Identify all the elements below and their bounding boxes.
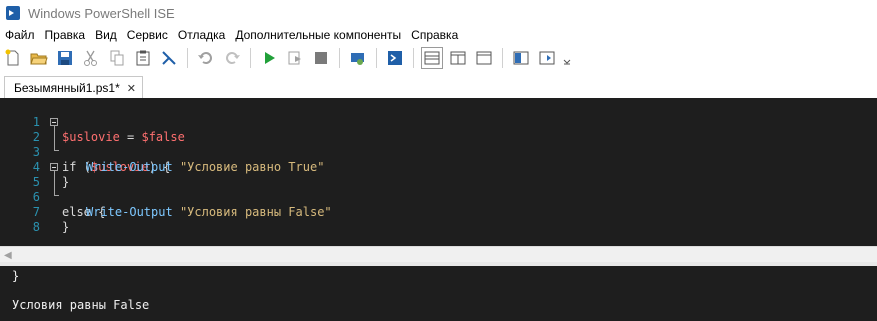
scissors-icon [84,50,97,66]
show-command-addon-button[interactable] [536,47,558,69]
folder-open-icon [30,53,48,65]
clipboard-icon [136,50,150,66]
open-button[interactable] [28,47,50,69]
tab-script[interactable]: Безымянный1.ps1* ✕ [4,76,143,99]
menu-tools[interactable]: Сервис [122,28,173,42]
collapse-icon[interactable] [50,118,58,126]
toolbar-overflow-button[interactable] [562,47,572,69]
undo-icon [198,52,212,64]
toolbar-separator [250,48,251,68]
tab-label: Безымянный1.ps1* [14,81,120,95]
save-button[interactable] [54,47,76,69]
show-command-window-button[interactable] [510,47,532,69]
title-bar: Windows PowerShell ISE [0,0,877,26]
redo-button[interactable] [221,47,243,69]
powershell-icon [6,6,20,20]
powershell-window-icon [388,51,402,65]
collapse-icon[interactable] [50,163,58,171]
show-script-top-button[interactable] [421,47,443,69]
console-output-line: Условия равны False [12,298,150,312]
toolbar-separator [502,48,503,68]
code-line: 1 $uslovie = $false [0,100,877,144]
stop-icon [315,52,327,64]
layout-right-icon [450,51,466,65]
console-output-line: } [12,269,20,283]
command-addon-icon [539,51,555,65]
line-number: 8 [32,220,40,234]
menu-debug[interactable]: Отладка [173,28,230,42]
paste-button[interactable] [132,47,154,69]
console-pane[interactable]: } Условия равны False [0,266,877,321]
toolbar-separator [413,48,414,68]
broom-icon [162,51,176,65]
start-powershell-button[interactable] [384,47,406,69]
toolbar [0,44,877,72]
menu-view[interactable]: Вид [90,28,122,42]
code-line: 8 [0,205,877,234]
undo-button[interactable] [195,47,217,69]
run-script-button[interactable] [258,47,280,69]
menu-edit[interactable]: Правка [40,28,91,42]
menu-help[interactable]: Справка [406,28,463,42]
stop-button[interactable] [310,47,332,69]
code-line: 2 if ($uslovie) { [0,115,877,174]
code-line: 3 Write-Output "Условие равно True" [0,130,877,174]
scroll-left-icon[interactable]: ◀ [4,250,12,261]
copy-button[interactable] [106,47,128,69]
chevron-down-icon [563,59,571,65]
editor-horizontal-scrollbar[interactable]: ◀ [0,246,877,263]
code-line: 7 } [0,190,877,234]
layout-top-icon [424,51,440,65]
menu-file[interactable]: Файл [0,28,40,42]
remote-powershell-button[interactable] [347,47,369,69]
clear-console-button[interactable] [158,47,180,69]
menu-addons[interactable]: Дополнительные компоненты [230,28,406,42]
code-line: 6 Write-Output "Условия равны False" [0,175,877,219]
remote-tab-icon [351,53,364,65]
play-icon [265,52,275,64]
code-line: 5 else { [0,160,877,219]
code-text: } [62,220,70,234]
show-script-max-button[interactable] [473,47,495,69]
new-file-icon [5,49,19,66]
run-selection-button[interactable] [284,47,306,69]
toolbar-separator [339,48,340,68]
script-editor[interactable]: 1 $uslovie = $false 2 if ($uslovie) { 3 … [0,98,877,246]
window-title: Windows PowerShell ISE [28,5,175,21]
toolbar-separator [187,48,188,68]
run-selection-icon [288,51,301,65]
save-icon [58,51,72,65]
command-window-icon [513,51,529,65]
script-tab-strip: Безымянный1.ps1* ✕ [0,74,877,99]
code-line: 4 } [0,145,877,189]
menu-bar: Файл Правка Вид Сервис Отладка Дополните… [0,26,877,44]
new-file-button[interactable] [2,47,24,69]
cut-button[interactable] [80,47,102,69]
toolbar-separator [376,48,377,68]
copy-icon [110,50,124,66]
show-script-right-button[interactable] [447,47,469,69]
close-icon[interactable]: ✕ [127,82,136,95]
redo-icon [226,52,240,64]
layout-max-icon [476,51,492,65]
